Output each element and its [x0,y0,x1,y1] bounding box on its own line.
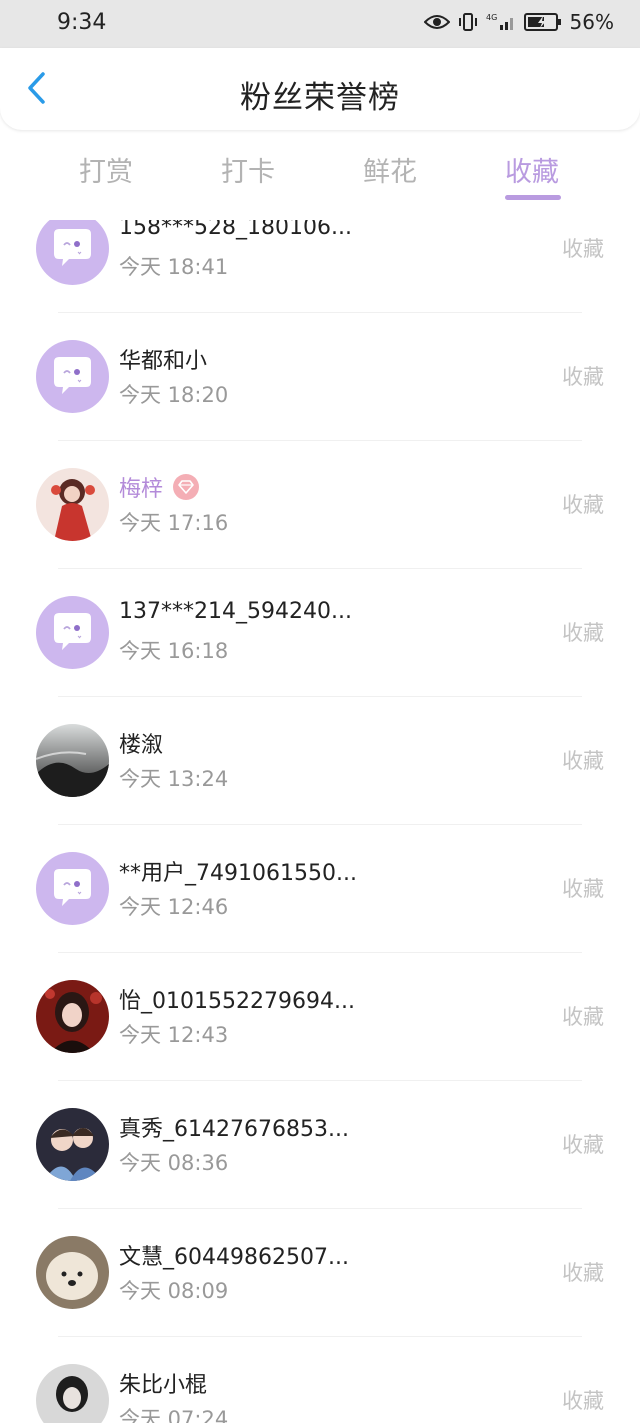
avatar-photo [36,724,109,797]
list-item[interactable]: 158***528_180106... 今天 18:41 收藏 [0,220,640,313]
timestamp: 今天 18:41 [119,255,229,279]
battery-icon [523,12,562,32]
avatar-default [36,220,109,285]
avatar-photo [36,1108,109,1181]
page-title: 粉丝荣誉榜 [240,80,400,116]
action-label: 收藏 [562,877,604,901]
user-name: 华都和小 [119,349,208,374]
timestamp: 今天 16:18 [119,639,229,663]
tab-favorites[interactable]: 收藏 [505,150,559,189]
timestamp: 今天 12:43 [119,1023,229,1047]
user-name: 梅梓 [119,477,164,502]
battery-percent: 56% [569,10,614,34]
tab-flowers[interactable]: 鲜花 [363,150,417,189]
status-icons: 4G 56% [423,10,614,34]
list-item[interactable]: 梅梓 今天 17:16 收藏 [0,441,640,569]
user-name: 朱比小棍 [119,1373,208,1398]
user-name: 怡_0101552279694... [119,989,355,1014]
list-item[interactable]: 文慧_60449862507... 今天 08:09 收藏 [0,1209,640,1337]
avatar-photo [36,1364,109,1423]
vibrate-icon [458,12,478,32]
user-name: 137***214_594240... [119,599,352,624]
avatar-default [36,852,109,925]
action-label: 收藏 [562,1261,604,1285]
tab-reward[interactable]: 打赏 [79,150,133,189]
list-item[interactable]: **用户_7491061550... 今天 12:46 收藏 [0,825,640,953]
timestamp: 今天 18:20 [119,383,229,407]
action-label: 收藏 [562,749,604,773]
fan-list[interactable]: 158***528_180106... 今天 18:41 收藏 华都和小 今天 … [0,220,640,1423]
header-bar: 粉丝荣誉榜 [0,48,640,130]
timestamp: 今天 12:46 [119,895,229,919]
timestamp: 今天 17:16 [119,511,229,535]
user-name: 楼溆 [119,733,164,758]
fan-list-content: 158***528_180106... 今天 18:41 收藏 华都和小 今天 … [0,220,640,1423]
user-name: 文慧_60449862507... [119,1245,349,1270]
action-label: 收藏 [562,1389,604,1413]
avatar-photo [36,468,109,541]
action-label: 收藏 [562,493,604,517]
signal-4g-icon: 4G [486,12,516,32]
tab-bar: 打赏 打卡 鲜花 收藏 [0,140,640,208]
list-item[interactable]: 楼溆 今天 13:24 收藏 [0,697,640,825]
action-label: 收藏 [562,621,604,645]
user-name: 真秀_61427676853... [119,1117,349,1142]
action-label: 收藏 [562,237,604,261]
avatar-default [36,340,109,413]
list-item[interactable]: 朱比小棍 今天 07:24 收藏 [0,1337,640,1423]
timestamp: 今天 08:36 [119,1151,229,1175]
user-name: 158***528_180106... [119,220,352,240]
status-time: 9:34 [57,10,107,35]
status-bar: 9:34 4G 56% [0,0,640,48]
eye-icon [423,13,450,31]
action-label: 收藏 [562,365,604,389]
tab-checkin[interactable]: 打卡 [221,150,275,189]
list-item[interactable]: 华都和小 今天 18:20 收藏 [0,313,640,441]
list-item[interactable]: 怡_0101552279694... 今天 12:43 收藏 [0,953,640,1081]
action-label: 收藏 [562,1005,604,1029]
action-label: 收藏 [562,1133,604,1157]
list-item[interactable]: 真秀_61427676853... 今天 08:36 收藏 [0,1081,640,1209]
avatar-photo [36,1236,109,1309]
timestamp: 今天 13:24 [119,767,229,791]
avatar-default [36,596,109,669]
diamond-badge-icon [173,474,200,500]
timestamp: 今天 08:09 [119,1279,229,1303]
user-name: **用户_7491061550... [119,861,357,886]
list-item[interactable]: 137***214_594240... 今天 16:18 收藏 [0,569,640,697]
timestamp: 今天 07:24 [119,1407,229,1423]
svg-text:4G: 4G [486,13,497,22]
avatar-photo [36,980,109,1053]
active-tab-indicator [505,195,561,200]
